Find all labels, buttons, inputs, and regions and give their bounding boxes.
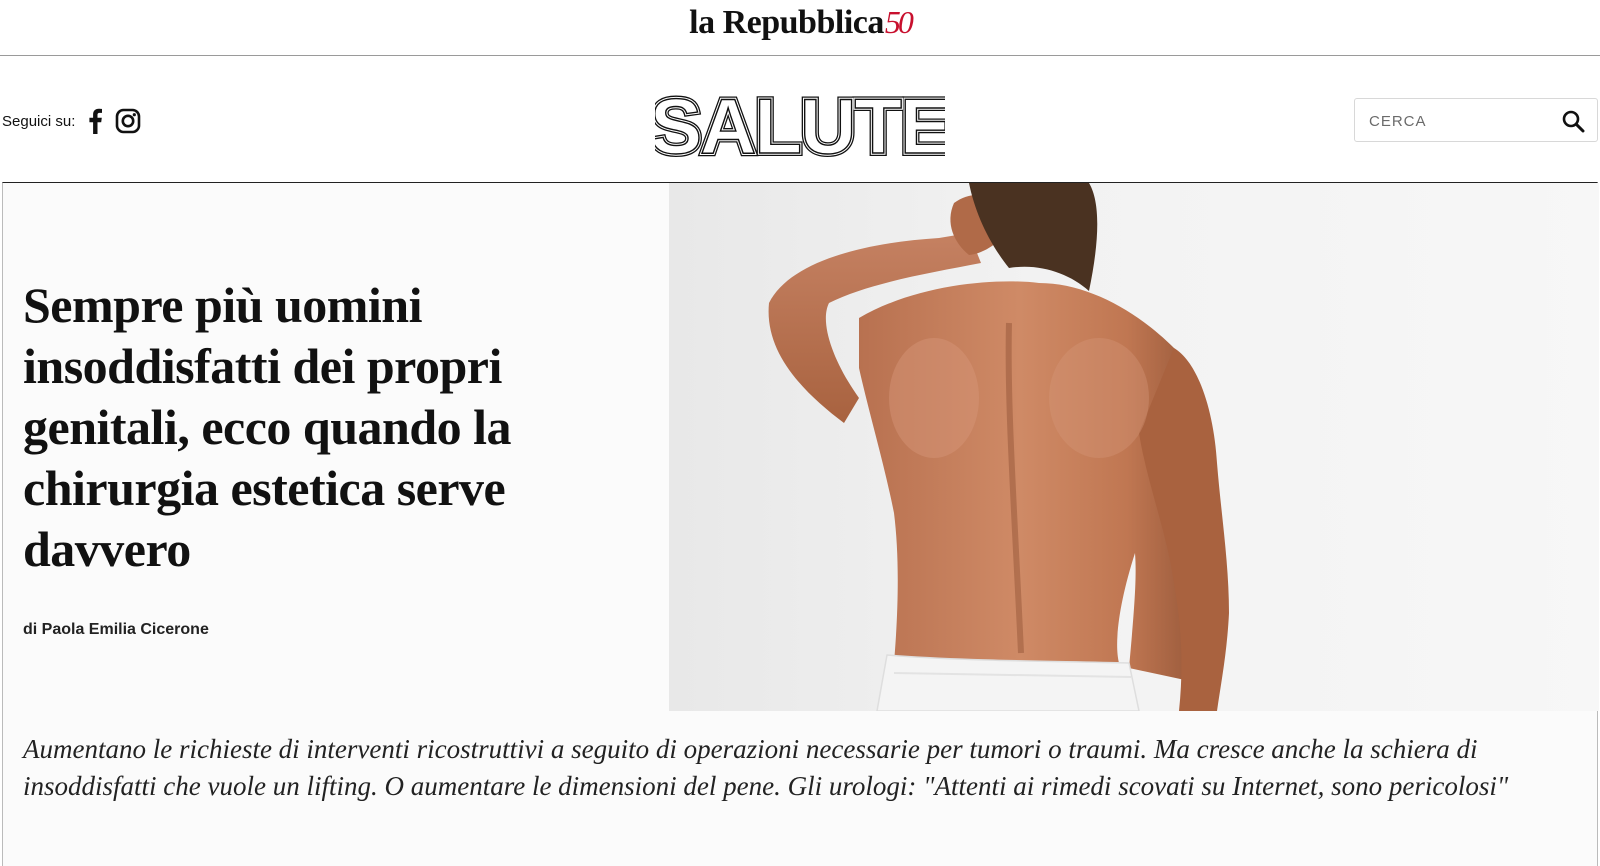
section-logo[interactable]: SALUTE SALUTE SALUTE — [647, 79, 955, 173]
article-image[interactable] — [669, 183, 1599, 711]
social-follow: Seguici su: — [2, 108, 141, 134]
brand-anniversary: 50 — [884, 4, 914, 40]
article-headline[interactable]: Sempre più uomini insoddisfatti dei prop… — [23, 275, 583, 580]
article-byline: di Paola Emilia Cicerone — [23, 621, 209, 638]
follow-label: Seguici su: — [2, 112, 76, 130]
article-summary: Aumentano le richieste di interventi ric… — [23, 734, 1509, 801]
top-bar: la Repubblica50 — [0, 0, 1600, 56]
brand-logo[interactable]: la Repubblica50 — [0, 4, 1600, 42]
section-header: Seguici su: SALUTE SALUTE SALUTE — [0, 56, 1600, 180]
article-hero: Sempre più uomini insoddisfatti dei prop… — [2, 182, 1599, 866]
search-input[interactable] — [1367, 107, 1551, 135]
facebook-icon[interactable] — [87, 108, 103, 134]
section-title-inner: SALUTE — [655, 90, 945, 160]
search-box — [1354, 98, 1598, 142]
brand-name: la Repubblica — [689, 4, 884, 41]
instagram-icon[interactable] — [115, 108, 141, 134]
search-icon[interactable] — [1561, 109, 1585, 133]
